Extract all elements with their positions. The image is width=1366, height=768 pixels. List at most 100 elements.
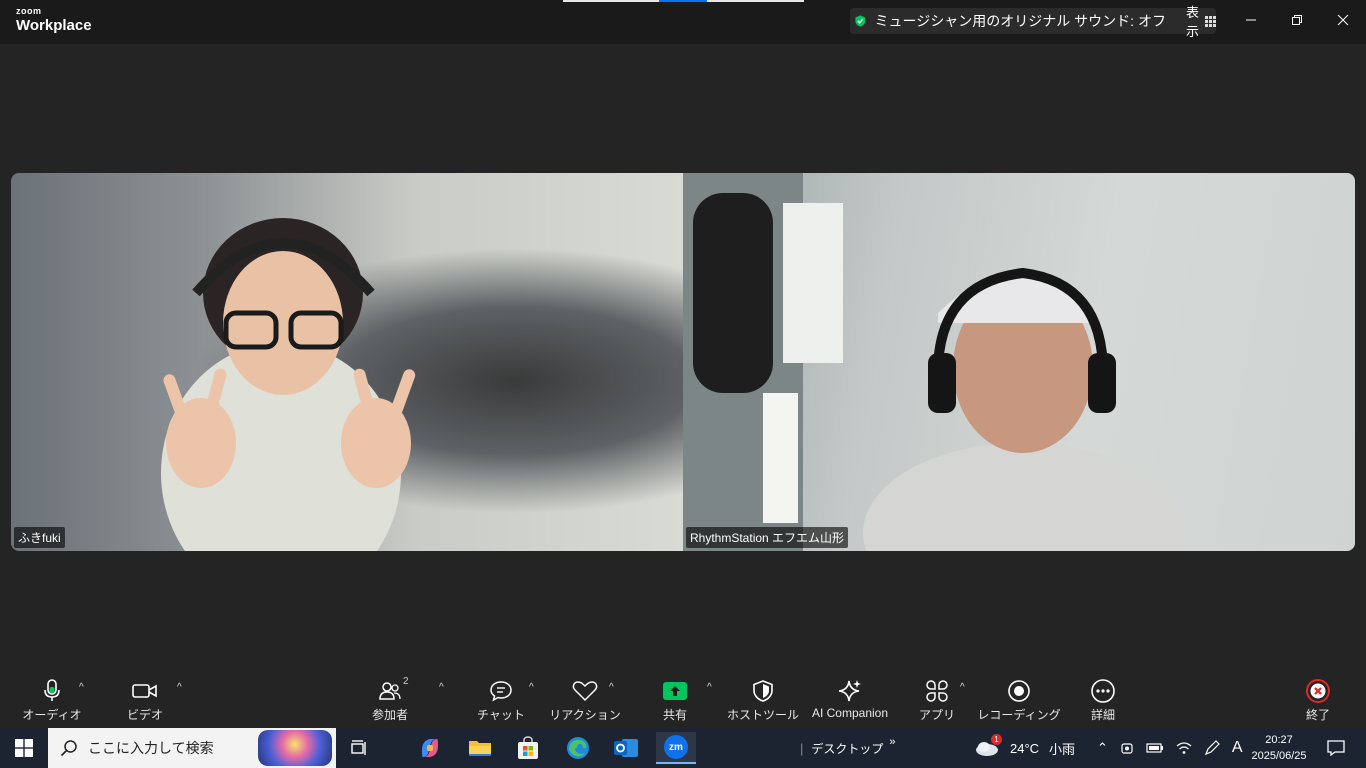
- logo-big-text: Workplace: [16, 17, 92, 34]
- weather-condition: 小雨: [1049, 741, 1076, 757]
- more-label: 詳細: [1090, 708, 1115, 722]
- participant-name-tag: RhythmStation エフエム山形: [686, 527, 849, 548]
- chevron-right-icon: »: [889, 736, 896, 748]
- zoom-app-window: zoom Workplace ミュージシャン用のオリジナル サウンド: オフ 表…: [0, 0, 1366, 728]
- camera-privacy-icon[interactable]: [1120, 741, 1134, 755]
- close-icon: [1337, 14, 1349, 26]
- share-label: 共有: [662, 708, 687, 722]
- notification-center-button[interactable]: [1318, 732, 1354, 764]
- show-hidden-icons-chevron-up-icon[interactable]: ⌃: [1097, 740, 1108, 756]
- more-dots-icon: [1091, 679, 1115, 703]
- more-button[interactable]: 詳細: [1058, 678, 1148, 723]
- wifi-icon[interactable]: [1176, 741, 1192, 755]
- original-sound-text: ミュージシャン用のオリジナル サウンド: オフ: [874, 13, 1166, 29]
- title-bar: zoom Workplace ミュージシャン用のオリジナル サウンド: オフ 表…: [0, 0, 1366, 44]
- minimize-button[interactable]: [1228, 0, 1274, 40]
- outlook-button[interactable]: [608, 732, 644, 764]
- video-camera-icon: [132, 684, 157, 698]
- search-highlight-fireworks-image: [258, 730, 332, 766]
- share-screen-icon: [663, 682, 687, 700]
- participant-video-image: [161, 218, 416, 551]
- file-explorer-button[interactable]: [462, 732, 498, 764]
- taskbar-search-box[interactable]: ここに入力して検索: [48, 728, 336, 768]
- clock-time: 20:27: [1265, 734, 1293, 746]
- taskbar-clock[interactable]: 20:27 2025/06/25: [1244, 732, 1314, 764]
- edge-browser-button[interactable]: [560, 732, 596, 764]
- top-drag-strip[interactable]: [563, 0, 804, 2]
- copilot-icon: [422, 739, 438, 757]
- close-window-button[interactable]: [1320, 0, 1366, 40]
- apps-options-caret[interactable]: ^: [960, 682, 965, 693]
- store-bag-icon: [518, 736, 538, 759]
- shield-icon: [753, 680, 773, 702]
- audio-options-caret[interactable]: ^: [79, 682, 84, 693]
- ai-sparkle-icon: [838, 680, 861, 702]
- shield-check-icon: [855, 15, 866, 27]
- restore-button[interactable]: [1274, 0, 1320, 40]
- participants-options-caret[interactable]: ^: [439, 682, 444, 693]
- participant-video-1[interactable]: ふきfuki: [11, 173, 683, 551]
- pen-icon[interactable]: [1204, 740, 1220, 756]
- ai-companion-label: AI Companion: [811, 706, 889, 720]
- microphone-icon: [44, 679, 60, 701]
- apps-label: アプリ: [918, 708, 955, 722]
- microsoft-store-button[interactable]: [510, 732, 546, 764]
- chat-icon: [490, 681, 512, 702]
- ai-companion-button[interactable]: AI Companion: [805, 678, 895, 720]
- desktop-toolbar[interactable]: | デスクトップ »: [800, 728, 896, 768]
- copilot-taskbar-button[interactable]: [412, 732, 448, 764]
- search-placeholder: ここに入力して検索: [88, 740, 214, 756]
- chat-label: チャット: [477, 708, 525, 722]
- apps-icon: [926, 680, 948, 702]
- audio-label: オーディオ: [22, 708, 82, 722]
- heart-icon: [572, 681, 598, 702]
- system-tray: ⌃ A: [1097, 728, 1243, 768]
- recording-label: レコーディング: [977, 708, 1061, 722]
- participant-video-image: [683, 173, 1183, 551]
- host-tools-label: ホストツール: [726, 708, 799, 722]
- zoom-icon-text: zm: [669, 741, 683, 753]
- participants-icon: [379, 682, 401, 700]
- video-options-caret[interactable]: ^: [177, 682, 182, 693]
- outlook-icon: [614, 739, 638, 757]
- reactions-button[interactable]: リアクション: [540, 678, 630, 723]
- windows-logo-icon: [15, 739, 33, 757]
- desktop-label: デスクトップ: [811, 741, 884, 756]
- battery-icon[interactable]: [1146, 742, 1164, 754]
- zoom-workplace-logo: zoom Workplace: [16, 6, 92, 34]
- participant-name-tag: ふきfuki: [14, 527, 65, 548]
- reactions-options-caret[interactable]: ^: [609, 682, 614, 693]
- reactions-label: リアクション: [549, 708, 621, 722]
- chat-options-caret[interactable]: ^: [529, 682, 534, 693]
- view-button[interactable]: 表示: [1186, 2, 1216, 40]
- logo-small-text: zoom: [16, 6, 42, 16]
- share-options-caret[interactable]: ^: [707, 682, 712, 693]
- meeting-toolbar: オーディオ ^ ビデオ ^ 2 参加者 ^ チャット ^ リアクション ^ 共有…: [0, 672, 1366, 728]
- search-icon: [60, 740, 77, 757]
- end-meeting-button[interactable]: 終了: [1273, 678, 1363, 723]
- original-sound-status[interactable]: ミュージシャン用のオリジナル サウンド: オフ 表示: [850, 5, 1216, 39]
- recording-button[interactable]: レコーディング: [974, 678, 1064, 723]
- record-icon: [1008, 680, 1030, 702]
- apps-button[interactable]: アプリ: [892, 678, 982, 723]
- participants-button[interactable]: 2 参加者: [345, 676, 435, 723]
- participant-video-2[interactable]: RhythmStation エフエム山形: [683, 173, 1355, 551]
- folder-icon: [469, 741, 491, 756]
- end-label: 終了: [1305, 708, 1330, 722]
- participants-count: 2: [403, 676, 409, 687]
- task-view-icon: [351, 740, 366, 755]
- ime-indicator[interactable]: A: [1232, 739, 1243, 757]
- cloud-rain-icon: 1: [974, 734, 1002, 758]
- participants-label: 参加者: [371, 708, 408, 722]
- windows-taskbar: ここに入力して検索 zm | デスクトップ » 1 24°C 小雨 ⌃ A 20…: [0, 728, 1366, 768]
- weather-widget[interactable]: 1 24°C 小雨: [974, 728, 1075, 768]
- view-label: 表示: [1185, 5, 1199, 39]
- zoom-taskbar-button[interactable]: zm: [656, 732, 696, 764]
- video-label: ビデオ: [126, 708, 163, 722]
- end-close-icon: [1306, 679, 1330, 703]
- restore-icon: [1292, 15, 1302, 25]
- start-button[interactable]: [6, 732, 42, 764]
- task-view-button[interactable]: [342, 732, 378, 764]
- host-tools-button[interactable]: ホストツール: [718, 678, 808, 723]
- clock-date: 2025/06/25: [1251, 750, 1307, 762]
